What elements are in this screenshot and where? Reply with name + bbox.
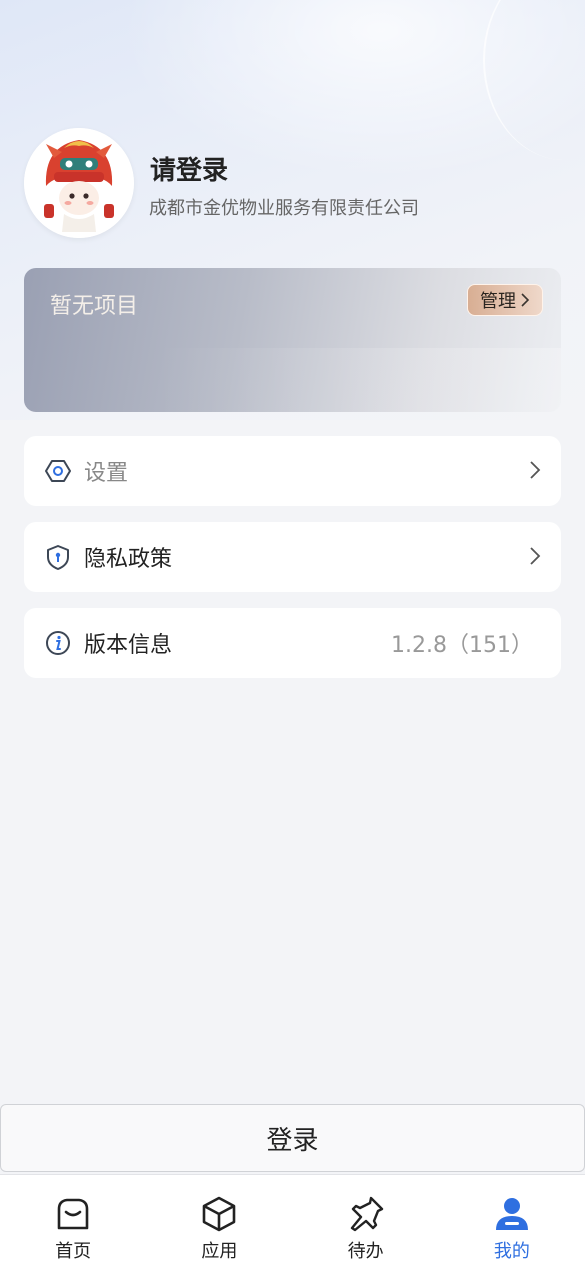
pin-icon — [350, 1196, 383, 1232]
tab-todo-label: 待办 — [347, 1241, 384, 1262]
mascot-image — [24, 128, 134, 238]
tab-home-label: 首页 — [55, 1241, 92, 1262]
company-name: 成都市金优物业服务有限责任公司 — [149, 198, 419, 219]
tab-mine[interactable]: 我的 — [439, 1175, 585, 1267]
menu-label-version: 版本信息 — [84, 633, 173, 658]
bottom-tab-bar: 首页 应用 待办 我的 — [0, 1174, 585, 1267]
project-title: 暂无项目 — [50, 294, 139, 319]
menu-item-privacy[interactable]: 隐私政策 — [24, 522, 561, 592]
cube-icon — [203, 1196, 236, 1232]
login-button[interactable]: 登录 — [0, 1104, 585, 1172]
home-icon — [57, 1198, 89, 1230]
tab-apps[interactable]: 应用 — [146, 1175, 292, 1267]
manage-button-label: 管理 — [480, 291, 516, 312]
menu-item-version[interactable]: 版本信息 1.2.8（151） — [24, 608, 561, 678]
version-value: 1.2.8（151） — [391, 633, 533, 658]
tab-apps-label: 应用 — [201, 1241, 238, 1262]
avatar[interactable] — [24, 128, 134, 238]
shield-icon — [44, 543, 72, 571]
tab-mine-label: 我的 — [493, 1241, 530, 1262]
menu-item-settings[interactable]: 设置 — [24, 436, 561, 506]
tab-todo[interactable]: 待办 — [293, 1175, 439, 1267]
manage-button[interactable]: 管理 — [467, 284, 543, 316]
tab-home[interactable]: 首页 — [0, 1175, 146, 1267]
info-icon — [44, 629, 72, 657]
menu-label-settings: 设置 — [84, 461, 129, 486]
chevron-right-icon — [530, 461, 541, 479]
chevron-right-icon — [530, 547, 541, 565]
user-icon — [495, 1198, 528, 1230]
project-card: 暂无项目 管理 — [24, 268, 561, 412]
login-prompt-title[interactable]: 请登录 — [150, 150, 228, 187]
menu-label-privacy: 隐私政策 — [84, 547, 173, 572]
settings-icon — [44, 457, 72, 485]
chevron-right-icon — [521, 293, 530, 307]
